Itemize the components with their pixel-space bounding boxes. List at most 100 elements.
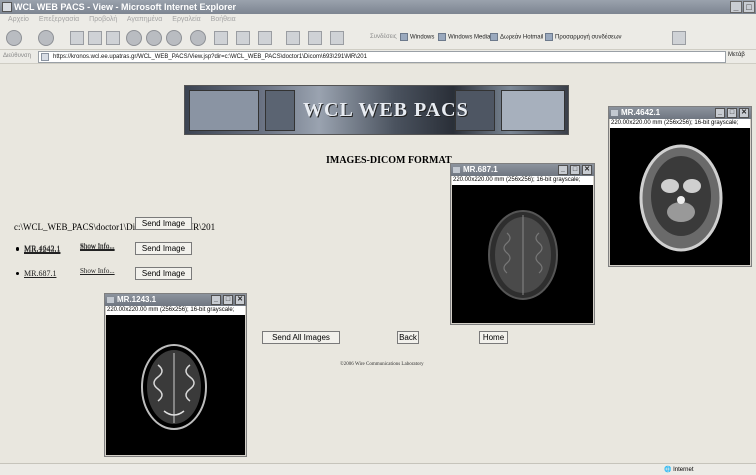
viewer-icon xyxy=(107,297,114,303)
page-heading: IMAGES-DICOM FORMAT xyxy=(326,155,452,166)
refresh-icon[interactable] xyxy=(88,31,102,45)
mail-icon[interactable] xyxy=(190,30,206,46)
close-icon[interactable]: ✕ xyxy=(235,295,245,305)
menu-tools[interactable]: Εργαλεία xyxy=(172,16,200,23)
ie-icon xyxy=(2,2,12,12)
search-icon[interactable] xyxy=(126,30,142,46)
viewer-title-bar[interactable]: MR.1243.1 _ □ ✕ xyxy=(105,294,246,306)
viewer-title: MR.687.1 xyxy=(463,165,498,174)
banner-title: WCL WEB PACS xyxy=(303,99,469,121)
address-bar: Διεύθυνση https://kronos.wcl.ee.upatras.… xyxy=(0,50,756,64)
link-label: Windows xyxy=(410,34,435,41)
link-icon xyxy=(400,33,408,41)
viewer-title-bar[interactable]: MR.4642.1 _ □ ✕ xyxy=(609,107,751,119)
maximize-icon[interactable]: □ xyxy=(570,165,580,175)
home-button[interactable]: Home xyxy=(479,331,508,344)
address-input[interactable]: https://kronos.wcl.ee.upatras.gr/WCL_WEB… xyxy=(38,51,726,63)
title-bar: WCL WEB PACS - View - Microsoft Internet… xyxy=(0,0,756,14)
minimize-icon[interactable]: _ xyxy=(715,108,725,118)
status-bar: 🌐 Internet xyxy=(0,463,756,475)
image-link[interactable]: MR.687.1 xyxy=(24,269,56,278)
address-url: https://kronos.wcl.ee.upatras.gr/WCL_WEB… xyxy=(53,54,367,60)
links-label: Συνδέσεις xyxy=(370,34,397,40)
maximize-icon[interactable]: □ xyxy=(727,108,737,118)
discuss-icon[interactable] xyxy=(258,31,272,45)
viewer-window-mr1243[interactable]: MR.1243.1 _ □ ✕ 220.00x220.00 mm (256x25… xyxy=(104,293,247,457)
link-hotmail[interactable]: Δωρεάν Hotmail xyxy=(490,33,543,41)
brain-mri-axial xyxy=(141,344,207,430)
link-label: Προσαρμογή συνδέσεων xyxy=(555,34,622,41)
link-icon xyxy=(490,33,498,41)
extension-icon[interactable] xyxy=(672,31,686,45)
browser-window: WCL WEB PACS - View - Microsoft Internet… xyxy=(0,0,756,475)
zone-label: Internet xyxy=(673,467,694,473)
viewer-title: MR.1243.1 xyxy=(117,295,157,304)
back-arrow-icon[interactable] xyxy=(6,30,22,46)
page-icon xyxy=(41,53,49,61)
minimize-button[interactable]: _ xyxy=(730,1,742,13)
viewer-title: MR.4642.1 xyxy=(621,108,661,117)
menu-edit[interactable]: Επεξεργασία xyxy=(39,16,79,23)
messenger-icon[interactable] xyxy=(308,31,322,45)
window-title: WCL WEB PACS - View - Microsoft Internet… xyxy=(14,2,237,12)
show-info-link[interactable]: Show Info... xyxy=(80,267,115,275)
head-mri-axial xyxy=(639,144,723,252)
menu-favorites[interactable]: Αγαπημένα xyxy=(127,16,163,23)
menu-help[interactable]: Βοήθεια xyxy=(211,16,236,23)
link-label: Δωρεάν Hotmail xyxy=(500,34,544,41)
print-icon[interactable] xyxy=(214,31,228,45)
toolbar: Συνδέσεις Windows Windows Media Δωρεάν H… xyxy=(0,26,756,50)
history-icon[interactable] xyxy=(166,30,182,46)
image-link[interactable]: MR.4642.1 xyxy=(24,244,60,253)
minimize-icon[interactable]: _ xyxy=(211,295,221,305)
link-windows[interactable]: Windows xyxy=(400,33,434,41)
maximize-button[interactable]: □ xyxy=(743,1,755,13)
send-image-button[interactable]: Send Image xyxy=(135,242,192,255)
mri-image xyxy=(610,128,750,265)
banner-photo xyxy=(189,90,259,131)
copyright-text: ©2006 Wire Communications Laboratory xyxy=(340,362,424,367)
viewer-info: 220.00x220.00 mm (256x256); 16-bit grays… xyxy=(452,176,593,185)
maximize-icon[interactable]: □ xyxy=(223,295,233,305)
link-customize[interactable]: Προσαρμογή συνδέσεων xyxy=(545,33,622,41)
go-button[interactable]: Μετάβ xyxy=(728,52,745,58)
viewer-info: 220.00x220.00 mm (256x256); 16-bit grays… xyxy=(106,306,245,315)
tools-icon[interactable] xyxy=(330,31,344,45)
banner-photo xyxy=(501,90,565,131)
bullet xyxy=(16,247,19,250)
viewer-icon xyxy=(453,167,460,173)
pacs-banner: WCL WEB PACS xyxy=(184,85,569,135)
mri-image xyxy=(452,185,593,323)
back-button[interactable]: Back xyxy=(397,331,419,344)
mri-image xyxy=(106,315,245,455)
viewer-info: 220.00x220.00 mm (256x256); 16-bit grays… xyxy=(610,119,750,128)
link-icon xyxy=(545,33,553,41)
menu-file[interactable]: Αρχείο xyxy=(8,16,29,23)
brain-mri-axial xyxy=(488,210,558,300)
link-label: Windows Media xyxy=(448,34,491,41)
bullet xyxy=(16,272,19,275)
stop-icon[interactable] xyxy=(70,31,84,45)
close-icon[interactable]: ✕ xyxy=(739,108,749,118)
menu-bar: Αρχείο Επεξεργασία Προβολή Αγαπημένα Εργ… xyxy=(0,14,756,26)
favorites-star-icon[interactable] xyxy=(146,30,162,46)
viewer-window-mr4642[interactable]: MR.4642.1 _ □ ✕ 220.00x220.00 mm (256x25… xyxy=(608,106,752,267)
link-windows-media[interactable]: Windows Media xyxy=(438,33,490,41)
minimize-icon[interactable]: _ xyxy=(558,165,568,175)
viewer-title-bar[interactable]: MR.687.1 _ □ ✕ xyxy=(451,164,594,176)
forward-arrow-icon[interactable] xyxy=(38,30,54,46)
edit-icon[interactable] xyxy=(236,31,250,45)
link-icon xyxy=(438,33,446,41)
show-info-link[interactable]: Show Info... xyxy=(80,242,115,250)
send-image-button[interactable]: Send Image xyxy=(135,267,192,280)
viewer-icon xyxy=(611,110,618,116)
home-icon[interactable] xyxy=(106,31,120,45)
address-label: Διεύθυνση xyxy=(3,53,31,59)
close-icon[interactable]: ✕ xyxy=(582,165,592,175)
send-image-button[interactable]: Send Image xyxy=(135,217,192,230)
menu-view[interactable]: Προβολή xyxy=(89,16,117,23)
research-icon[interactable] xyxy=(286,31,300,45)
send-all-images-button[interactable]: Send All Images xyxy=(262,331,340,344)
viewer-window-mr687[interactable]: MR.687.1 _ □ ✕ 220.00x220.00 mm (256x256… xyxy=(450,163,595,325)
banner-photo xyxy=(265,90,295,131)
